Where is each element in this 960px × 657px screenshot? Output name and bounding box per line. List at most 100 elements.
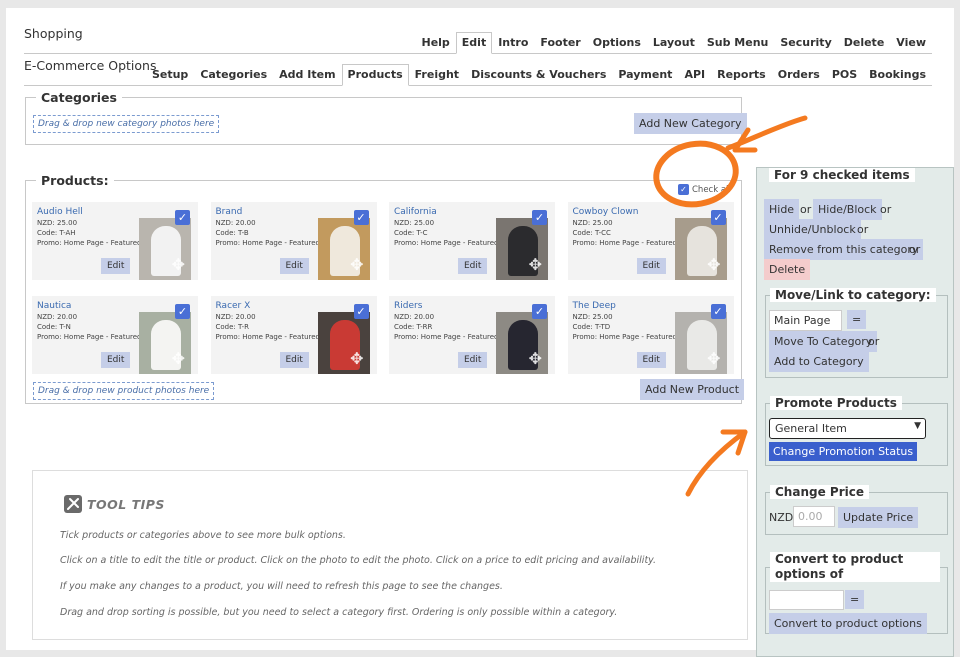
top-nav-tab-edit[interactable]: Edit <box>455 32 493 54</box>
product-checkbox[interactable]: ✓ <box>532 304 547 319</box>
edit-button[interactable]: Edit <box>279 258 309 274</box>
product-promo: Promo: Home Page - Featured <box>37 333 142 341</box>
product-price[interactable]: NZD: 20.00 <box>216 219 256 227</box>
product-checkbox[interactable]: ✓ <box>532 210 547 225</box>
product-title[interactable]: Audio Hell <box>37 207 83 217</box>
product-title[interactable]: Nautica <box>37 301 71 311</box>
sub-nav-tab-categories[interactable]: Categories <box>194 64 273 86</box>
sub-nav-tab-discounts-vouchers[interactable]: Discounts & Vouchers <box>465 64 612 86</box>
product-price[interactable]: NZD: 25.00 <box>394 219 434 227</box>
edit-button[interactable]: Edit <box>101 258 131 274</box>
product-price[interactable]: NZD: 25.00 <box>573 219 613 227</box>
product-dropzone[interactable]: Drag & drop new product photos here <box>33 382 215 400</box>
sub-nav-tab-pos[interactable]: POS <box>826 64 863 86</box>
top-nav-tab-help[interactable]: Help <box>415 32 455 54</box>
move-handle-icon[interactable]: ✥ <box>172 349 185 368</box>
product-price[interactable]: NZD: 25.00 <box>37 219 77 227</box>
product-title[interactable]: Racer X <box>216 301 251 311</box>
move-handle-icon[interactable]: ✥ <box>172 255 185 274</box>
product-price[interactable]: NZD: 20.00 <box>37 313 77 321</box>
top-nav-tab-footer[interactable]: Footer <box>534 32 586 54</box>
product-photo[interactable]: ✥ <box>139 312 191 374</box>
product-photo[interactable]: ✥ <box>674 312 727 374</box>
product-promo: Promo: Home Page - Featured <box>394 239 499 247</box>
product-photo[interactable]: ✥ <box>317 312 370 374</box>
product-photo[interactable]: ✥ <box>317 218 370 280</box>
product-price[interactable]: NZD: 20.00 <box>216 313 256 321</box>
top-nav-tab-intro[interactable]: Intro <box>492 32 534 54</box>
product-card: Cowboy Clown NZD: 25.00 Code: T-CC Promo: H… <box>567 202 734 280</box>
product-photo[interactable]: ✥ <box>496 218 548 280</box>
top-nav-tab-sub-menu[interactable]: Sub Menu <box>701 32 775 54</box>
product-photo[interactable]: ✥ <box>496 312 548 374</box>
product-promo: Promo: Home Page - Featured <box>37 239 142 247</box>
product-price[interactable]: NZD: 20.00 <box>394 313 434 321</box>
pick-category-button[interactable]: = <box>847 310 867 329</box>
top-nav-tab-view[interactable]: View <box>890 32 932 54</box>
edit-button[interactable]: Edit <box>458 352 488 368</box>
product-checkbox[interactable]: ✓ <box>710 304 726 319</box>
delete-button[interactable]: Delete <box>764 259 811 280</box>
sub-nav-tab-products[interactable]: Products <box>341 64 409 86</box>
unhide-button[interactable]: Unhide/Unblock <box>764 219 861 240</box>
edit-button[interactable]: Edit <box>636 258 666 274</box>
move-handle-icon[interactable]: ✥ <box>350 255 363 274</box>
sub-nav-tab-orders[interactable]: Orders <box>772 64 826 86</box>
edit-button[interactable]: Edit <box>636 352 666 368</box>
category-dropzone[interactable]: Drag & drop new category photos here <box>33 115 220 133</box>
move-handle-icon[interactable]: ✥ <box>707 255 720 274</box>
product-photo[interactable]: ✥ <box>139 218 191 280</box>
move-to-category-button[interactable]: Move To Category <box>769 331 878 352</box>
add-to-category-button[interactable]: Add to Category <box>769 351 869 372</box>
product-title[interactable]: California <box>394 207 437 217</box>
product-photo[interactable]: ✥ <box>674 218 727 280</box>
edit-button[interactable]: Edit <box>458 258 488 274</box>
category-input[interactable]: Main Page <box>769 310 842 331</box>
product-title[interactable]: Riders <box>394 301 422 311</box>
sub-nav-tab-freight[interactable]: Freight <box>409 64 465 86</box>
edit-button[interactable]: Edit <box>279 352 309 368</box>
top-nav-tab-layout[interactable]: Layout <box>647 32 701 54</box>
sub-nav-tab-api[interactable]: API <box>678 64 711 86</box>
sub-nav-tab-bookings[interactable]: Bookings <box>863 64 932 86</box>
categories-section: Categories Drag & drop new category phot… <box>25 90 747 145</box>
product-checkbox[interactable]: ✓ <box>175 304 190 319</box>
product-checkbox[interactable]: ✓ <box>353 304 369 319</box>
edit-button[interactable]: Edit <box>101 352 131 368</box>
product-checkbox[interactable]: ✓ <box>175 210 190 225</box>
move-handle-icon[interactable]: ✥ <box>529 349 542 368</box>
add-new-category-button[interactable]: Add New Category <box>634 113 747 134</box>
product-checkbox[interactable]: ✓ <box>353 210 369 225</box>
top-nav-tab-options[interactable]: Options <box>587 32 647 54</box>
product-card: Nautica NZD: 20.00 Code: T-N Promo: Home Pa… <box>32 296 198 374</box>
check-all[interactable]: ✓ Check all <box>678 184 731 195</box>
sub-nav-tab-add-item[interactable]: Add Item <box>273 64 341 86</box>
move-handle-icon[interactable]: ✥ <box>529 255 542 274</box>
add-new-product-button[interactable]: Add New Product <box>640 379 745 400</box>
convert-title: Convert to product options of <box>770 552 940 582</box>
move-handle-icon[interactable]: ✥ <box>350 349 363 368</box>
product-code: Code: T-R <box>215 323 250 331</box>
convert-to-options-button[interactable]: Convert to product options <box>769 613 927 634</box>
sub-nav-tab-reports[interactable]: Reports <box>711 64 772 86</box>
price-input[interactable]: 0.00 <box>793 506 835 527</box>
hide-block-button[interactable]: Hide/Block <box>813 199 882 220</box>
sub-nav-tab-setup[interactable]: Setup <box>146 64 194 86</box>
product-title[interactable]: Brand <box>216 207 243 217</box>
update-price-button[interactable]: Update Price <box>838 507 919 528</box>
pick-product-button[interactable]: = <box>845 590 865 609</box>
remove-from-category-button[interactable]: Remove from this category <box>764 239 924 260</box>
product-title[interactable]: The Deep <box>573 301 616 311</box>
promotion-select[interactable]: General Item ▼ <box>769 418 926 439</box>
product-checkbox[interactable]: ✓ <box>710 210 726 225</box>
move-handle-icon[interactable]: ✥ <box>707 349 720 368</box>
top-nav-tab-delete[interactable]: Delete <box>838 32 891 54</box>
change-promotion-status-button[interactable]: Change Promotion Status <box>769 442 918 461</box>
sub-nav-tab-payment[interactable]: Payment <box>612 64 678 86</box>
hide-button[interactable]: Hide <box>764 199 800 220</box>
top-nav-tab-security[interactable]: Security <box>774 32 837 54</box>
product-price[interactable]: NZD: 25.00 <box>573 313 613 321</box>
convert-input[interactable] <box>769 590 844 610</box>
product-title[interactable]: Cowboy Clown <box>573 207 639 217</box>
check-all-checkbox[interactable]: ✓ <box>678 184 689 195</box>
